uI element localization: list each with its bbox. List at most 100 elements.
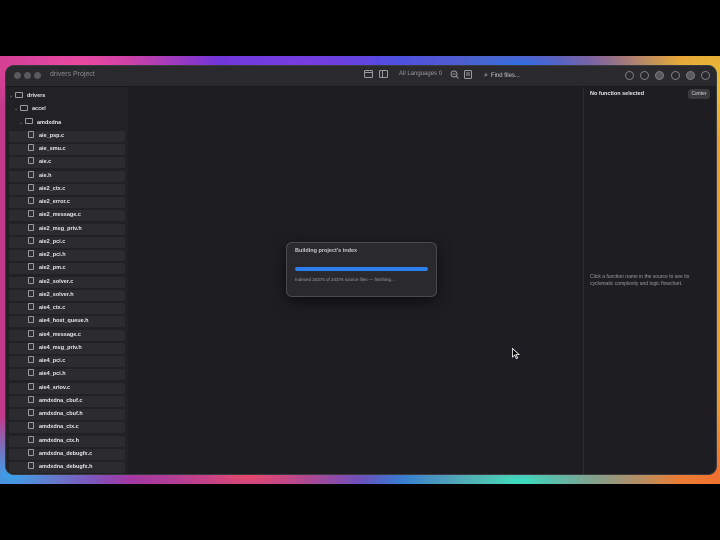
minimize-window-button[interactable]	[24, 72, 31, 79]
account-icon[interactable]	[701, 71, 710, 80]
find-files-search[interactable]: ⌕ Find files...	[480, 69, 610, 82]
tree-item-label: aie4_msg_priv.h	[39, 344, 82, 351]
zoom-window-button[interactable]	[34, 72, 41, 79]
tree-file-item[interactable]: aie2_message.c	[9, 210, 125, 222]
tree-file-item[interactable]: aie2_pci.c	[9, 236, 125, 248]
tree-item-label: aie4_pci.h	[39, 371, 66, 378]
file-icon	[28, 435, 34, 443]
close-window-button[interactable]	[14, 72, 21, 79]
tree-item-label: amdxdna_debugfx.c	[39, 450, 93, 457]
panel-toggle-icon[interactable]	[362, 70, 374, 82]
inspector-title: No function selected	[590, 91, 645, 97]
indexing-dialog: Building project's index Indexed 34376 o…	[286, 242, 437, 297]
tree-file-item[interactable]: aie4_pci.c	[9, 356, 125, 367]
window-title: drivers Project	[50, 71, 95, 78]
file-icon	[28, 448, 34, 456]
tree-file-item[interactable]: amdxdna_cbuf.h	[9, 409, 125, 420]
tree-file-item[interactable]: amdxdna_ctx.h	[9, 435, 125, 447]
tree-item-label: aie2_pci.h	[39, 252, 66, 258]
tree-file-item[interactable]: aie4_sriov.c	[9, 382, 125, 394]
document-icon[interactable]	[462, 70, 474, 82]
tree-file-item[interactable]: amdxdna_debugfx.c	[9, 448, 125, 460]
tree-item-label: aie2_solver.h	[39, 291, 74, 298]
file-icon	[28, 183, 34, 191]
tree-item-label: aie4_host_queue.h	[39, 318, 89, 325]
indexing-status: Indexed 34376 of 34376 source files — fi…	[295, 277, 395, 282]
language-filter[interactable]: All Languages 0	[399, 71, 442, 77]
file-icon	[28, 395, 34, 403]
tree-folder-item[interactable]: ⌄ drivers	[9, 91, 125, 102]
tree-item-label: aie2_message.c	[39, 212, 81, 219]
tree-item-label: accel	[32, 106, 46, 113]
file-icon	[28, 409, 34, 417]
file-icon	[28, 316, 34, 324]
search-icon: ⌕	[484, 72, 488, 79]
tree-item-label: aie4_message.c	[39, 331, 81, 338]
center-button[interactable]: Center	[688, 89, 710, 99]
tree-file-item[interactable]: aie2_msg_priv.h	[9, 223, 125, 235]
tree-item-label: amdxdna_cbuf.h	[39, 411, 83, 417]
tree-item-label: aie2_pm.c	[39, 265, 66, 272]
language-filter-label: All Languages	[399, 71, 438, 77]
tree-file-item[interactable]: aie2_solver.c	[9, 276, 125, 288]
tree-item-label: amdxdna_ctx.c	[39, 424, 79, 431]
inspector-hint: Click a function name in the source to s…	[590, 274, 690, 287]
tree-item-label: amdxdna_debugfx.h	[39, 464, 93, 470]
tree-file-item[interactable]: aie.c	[9, 157, 125, 169]
refresh-icon[interactable]	[671, 71, 680, 80]
folder-icon	[15, 91, 23, 98]
tree-folder-item[interactable]: ⌄ amdxdna	[9, 118, 125, 129]
zoom-icon[interactable]	[448, 70, 460, 82]
file-icon	[28, 250, 34, 258]
file-icon	[28, 144, 34, 152]
function-inspector-panel: No function selected Center Click a func…	[583, 87, 716, 474]
file-icon	[28, 329, 34, 337]
tree-file-item[interactable]: amdxdna_ctx.c	[9, 422, 125, 434]
tree-file-item[interactable]: amdxdna_debugfx.h	[9, 462, 125, 473]
tree-item-label: aie.c	[39, 159, 52, 166]
tree-file-item[interactable]: aie_psp.c	[9, 130, 125, 142]
tree-file-item[interactable]: aie4_message.c	[9, 329, 125, 341]
tree-file-item[interactable]: aie_smu.c	[9, 144, 125, 155]
tree-file-item[interactable]: aie.h	[9, 170, 125, 182]
file-icon	[28, 263, 34, 271]
file-icon	[28, 276, 34, 284]
file-icon	[28, 462, 34, 470]
tree-file-item[interactable]: aie2_pci.h	[9, 250, 125, 261]
tree-item-label: aie2_ctx.c	[39, 185, 66, 192]
indexing-progress-bar	[295, 267, 428, 271]
tree-item-label: aie_psp.c	[39, 132, 65, 139]
sidebar-toggle-icon[interactable]	[377, 70, 389, 82]
theme-toggle-icon[interactable]	[625, 71, 634, 80]
history-icon[interactable]	[640, 71, 649, 80]
tree-item-label: amdxdna	[37, 119, 62, 126]
settings-icon[interactable]	[686, 71, 695, 80]
tree-file-item[interactable]: amdxdna_cbuf.c	[9, 395, 125, 407]
tree-file-item[interactable]: aie2_solver.h	[9, 289, 125, 301]
file-icon	[28, 197, 34, 205]
tree-file-item[interactable]: aie4_msg_priv.h	[9, 342, 125, 354]
tree-item-label: amdxdna_ctx.h	[39, 437, 80, 444]
tree-file-item[interactable]: aie2_error.c	[9, 197, 125, 208]
file-icon	[28, 289, 34, 297]
indexing-progress-fill	[295, 267, 428, 271]
title-bar: drivers Project All Languages 0 ⌕ Find fi…	[6, 66, 716, 87]
tree-file-item[interactable]: aie4_ctx.c	[9, 303, 125, 314]
search-placeholder: Find files...	[490, 73, 520, 79]
folder-icon	[25, 118, 33, 125]
tree-file-item[interactable]: aie4_pci.h	[9, 369, 125, 381]
file-icon	[28, 210, 34, 218]
tree-item-label: aie.h	[39, 172, 52, 179]
tree-folder-item[interactable]: ⌄ accel	[9, 104, 125, 115]
tree-file-item[interactable]: aie4_host_queue.h	[9, 316, 125, 328]
tree-file-item[interactable]: aie2_pm.c	[9, 263, 125, 275]
file-icon	[28, 422, 34, 430]
file-icon	[28, 130, 34, 138]
file-icon	[28, 303, 34, 311]
tree-item-label: aie_smu.c	[39, 146, 66, 152]
indexing-title: Building project's index	[295, 248, 358, 254]
tree-file-item[interactable]: aie2_ctx.c	[9, 183, 125, 195]
target-icon[interactable]	[655, 71, 664, 80]
file-tree-sidebar: ⌄ drivers ⌄ accel ⌄ amdxdna aie_psp.c aie_smu.c…	[6, 87, 128, 474]
file-icon	[28, 157, 34, 165]
